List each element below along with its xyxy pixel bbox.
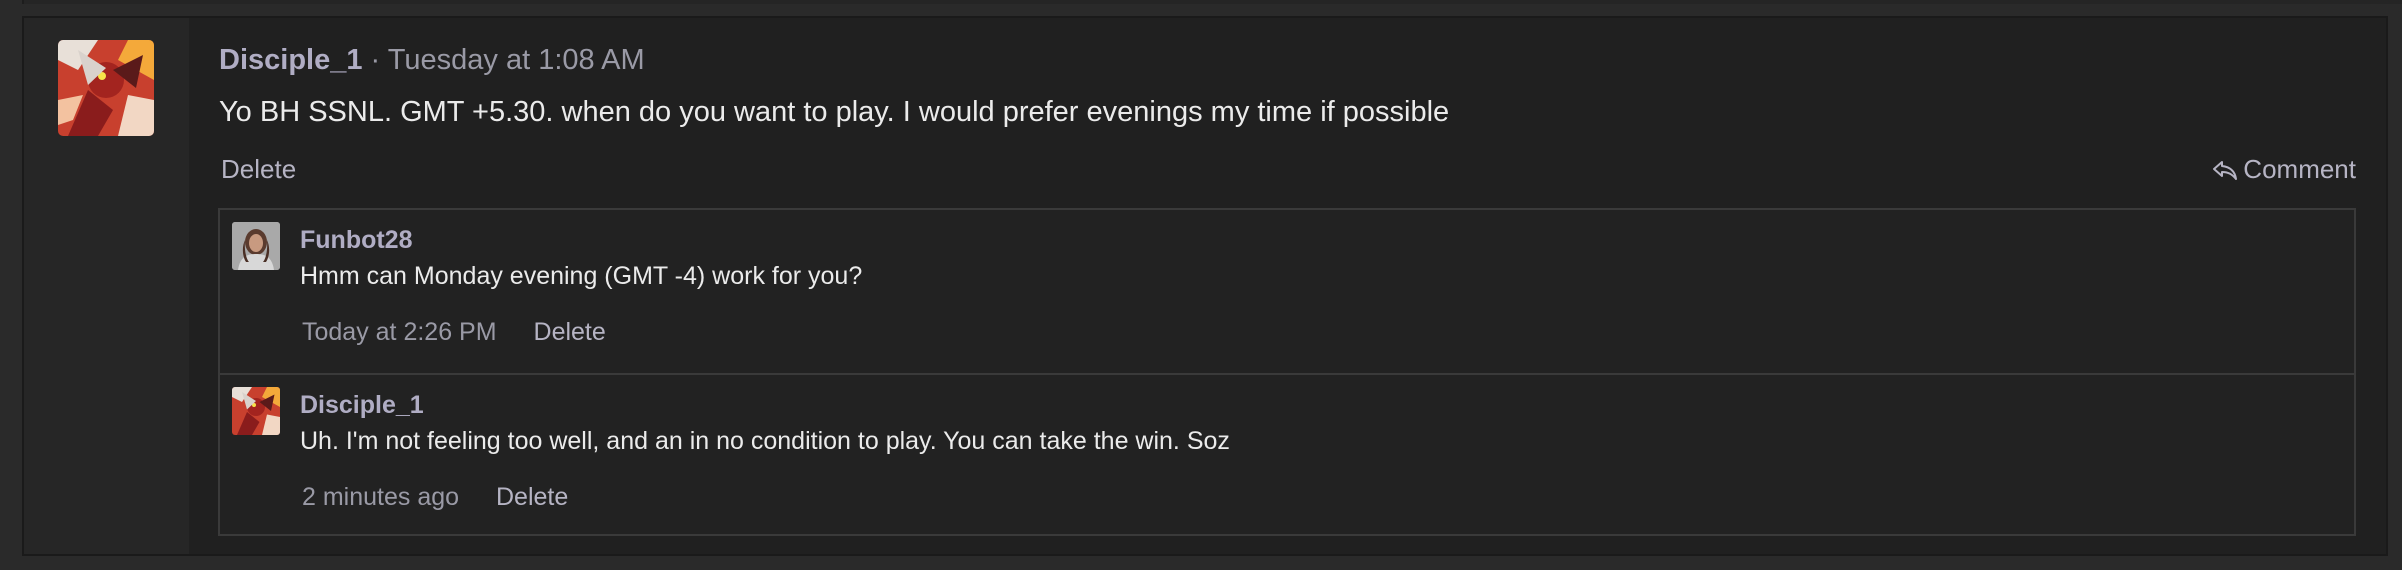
comment-author[interactable]: Disciple_1 — [300, 391, 424, 420]
comment-meta: 2 minutes ago Delete — [302, 483, 568, 512]
comment-meta: Today at 2:26 PM Delete — [302, 318, 606, 347]
post-actions: Delete Comment — [219, 154, 2356, 190]
header-separator: · — [370, 44, 381, 76]
post-timestamp[interactable]: Tuesday at 1:08 AM — [388, 44, 645, 76]
comment-item: Funbot28 Hmm can Monday evening (GMT -4)… — [220, 210, 2354, 375]
author-avatar[interactable] — [58, 40, 154, 136]
comment-timestamp[interactable]: Today at 2:26 PM — [302, 318, 497, 346]
post-delete-link[interactable]: Delete — [221, 154, 296, 185]
commenter-avatar[interactable] — [232, 387, 280, 435]
comment-delete-link[interactable]: Delete — [534, 318, 606, 346]
comment-text: Uh. I'm not feeling too well, and an in … — [300, 427, 1230, 455]
profile-post: Disciple_1 · Tuesday at 1:08 AM Yo BH SS… — [22, 16, 2388, 556]
post-avatar-column — [24, 18, 189, 554]
comment-timestamp[interactable]: 2 minutes ago — [302, 483, 459, 511]
reply-arrow-icon — [2211, 156, 2239, 184]
post-comment-link[interactable]: Comment — [2211, 154, 2356, 185]
comment-author[interactable]: Funbot28 — [300, 226, 413, 255]
previous-post-edge — [22, 0, 2402, 4]
comment-delete-link[interactable]: Delete — [496, 483, 568, 511]
comment-text: Hmm can Monday evening (GMT -4) work for… — [300, 262, 863, 290]
post-author[interactable]: Disciple_1 — [219, 44, 362, 76]
comment-list: Funbot28 Hmm can Monday evening (GMT -4)… — [218, 208, 2356, 536]
post-header: Disciple_1 · Tuesday at 1:08 AM — [219, 42, 645, 78]
post-content: Disciple_1 · Tuesday at 1:08 AM Yo BH SS… — [189, 18, 2386, 554]
comment-item: Disciple_1 Uh. I'm not feeling too well,… — [220, 375, 2354, 538]
comment-label: Comment — [2243, 154, 2356, 184]
post-message: Yo BH SSNL. GMT +5.30. when do you want … — [219, 96, 1450, 128]
commenter-avatar[interactable] — [232, 222, 280, 270]
